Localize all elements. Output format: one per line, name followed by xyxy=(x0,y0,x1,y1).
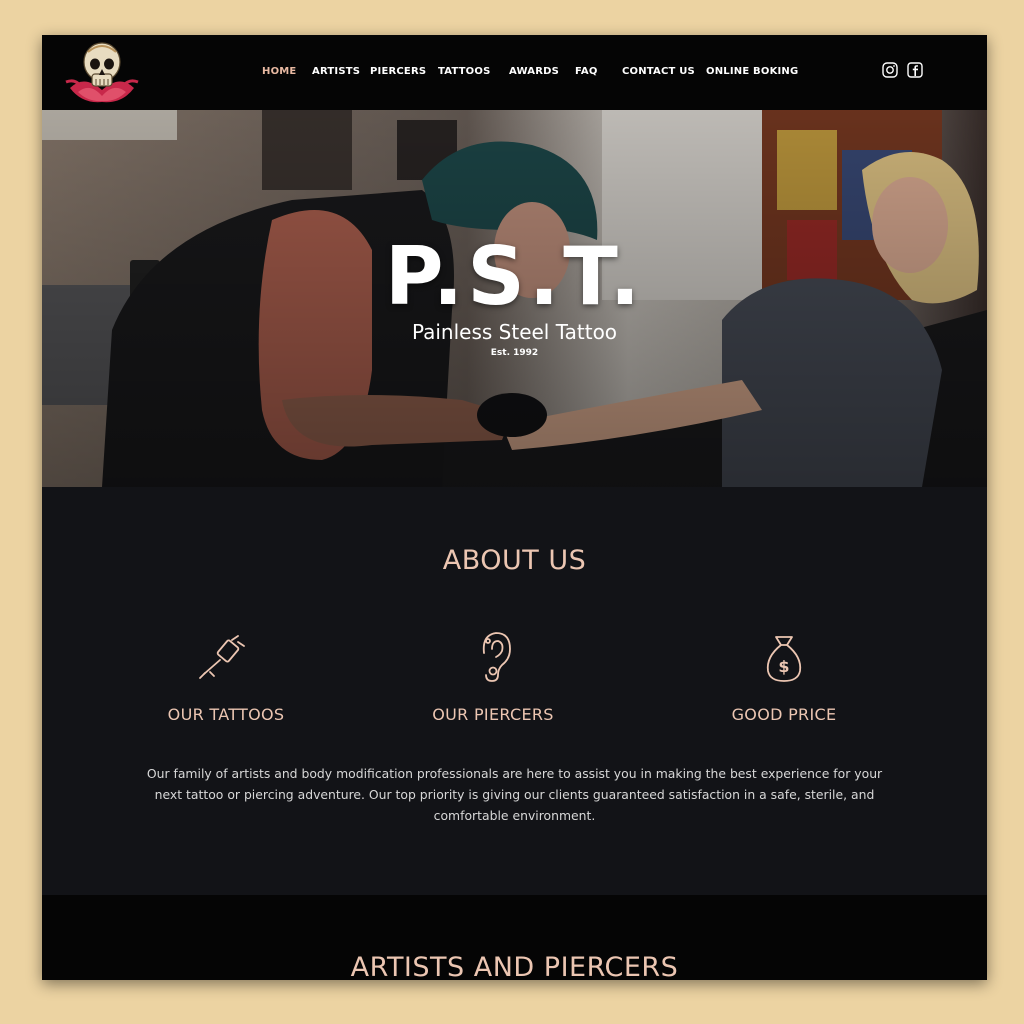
artists-title: ARTISTS AND PIERCERS xyxy=(350,952,679,980)
pierced-ear-icon xyxy=(482,632,511,682)
nav-tattoos[interactable]: TATTOOS xyxy=(438,66,490,77)
nav-piercers[interactable]: PIERCERS xyxy=(370,66,426,77)
website-frame: HOME ARTISTS PIERCERS TATTOOS AWARDS FAQ… xyxy=(42,35,987,980)
tattoo-machine-icon xyxy=(199,635,245,679)
hero-subtitle: Painless Steel Tattoo xyxy=(411,320,618,344)
hero-title: P.S.T. xyxy=(384,230,645,323)
svg-text:$: $ xyxy=(778,657,789,676)
feature-our-piercers: OUR PIERCERS xyxy=(432,705,554,724)
nav-faq[interactable]: FAQ xyxy=(575,66,598,77)
about-title: ABOUT US xyxy=(442,545,587,576)
nav-online-booking[interactable]: ONLINE BOKING xyxy=(706,66,798,77)
hero-established: Est. 1992 xyxy=(490,348,539,358)
site-header: HOME ARTISTS PIERCERS TATTOOS AWARDS FAQ… xyxy=(42,35,987,110)
nav-awards[interactable]: AWARDS xyxy=(509,66,559,77)
hero-banner: P.S.T. Painless Steel Tattoo Est. 1992 xyxy=(42,110,987,487)
instagram-icon[interactable] xyxy=(882,62,898,78)
skull-lotus-logo[interactable] xyxy=(64,38,140,106)
about-description: Our family of artists and body modificat… xyxy=(146,766,883,823)
nav-artists[interactable]: ARTISTS xyxy=(312,66,360,77)
facebook-icon[interactable] xyxy=(907,62,923,78)
money-bag-icon: $ xyxy=(766,636,802,682)
nav-home[interactable]: HOME xyxy=(262,66,296,77)
feature-our-tattoos: OUR TATTOOS xyxy=(167,705,285,724)
main-menu: HOME ARTISTS PIERCERS TATTOOS AWARDS FAQ… xyxy=(252,35,812,110)
nav-contact-us[interactable]: CONTACT US xyxy=(622,66,695,77)
feature-good-price: GOOD PRICE xyxy=(731,705,837,724)
